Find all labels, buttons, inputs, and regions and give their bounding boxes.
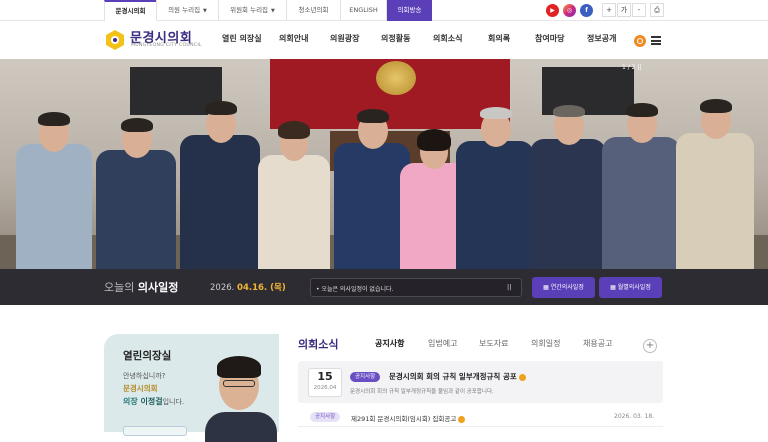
- menu-council-info[interactable]: 의회안내: [279, 33, 308, 44]
- open-office-speaker: 의장 이정걸입니다.: [123, 396, 184, 407]
- monthly-schedule-button[interactable]: ▦ 월별의사일정: [599, 277, 662, 298]
- tab-label: 문경시의회: [115, 7, 146, 15]
- divider: [298, 426, 663, 427]
- schedule-message: • 오늘은 의사일정이 없습니다.: [316, 286, 394, 293]
- calendar-icon: ▦: [610, 284, 618, 291]
- tab-label: 위원회 누리집: [230, 6, 269, 14]
- speaker-suffix: 입니다.: [162, 398, 185, 406]
- schedule-date: 2026. 04.16. (목): [210, 281, 286, 293]
- tab-english[interactable]: ENGLISH: [340, 0, 386, 21]
- tab-label: 청소년의회: [298, 6, 329, 14]
- more-news-button[interactable]: +: [643, 339, 657, 353]
- council-member-figure: [92, 104, 180, 269]
- speaker-portrait: [205, 356, 277, 442]
- menu-member-plaza[interactable]: 의원광장: [330, 33, 359, 44]
- schedule-title: 오늘의 의사일정: [104, 279, 178, 295]
- button-label: 연간의사일정: [550, 284, 584, 291]
- schedule-title-prefix: 오늘의: [104, 281, 135, 294]
- menu-info-disclosure[interactable]: 정보공개: [587, 33, 616, 44]
- open-office-title: 열린의장실: [123, 350, 172, 362]
- council-member-figure: [672, 83, 758, 269]
- menu-activities[interactable]: 의정활동: [381, 33, 410, 44]
- featured-title-text: 문경시의회 회의 규칙 일부개정규칙 공포: [389, 372, 517, 381]
- tab-legislative-notice[interactable]: 입법예고: [428, 338, 457, 349]
- menu-open-office[interactable]: 열린 의장실: [222, 33, 262, 44]
- tab-label: ENGLISH: [349, 6, 378, 14]
- facebook-icon[interactable]: f: [580, 4, 593, 17]
- menu-news[interactable]: 의회소식: [433, 33, 462, 44]
- council-member-figure: [12, 94, 96, 269]
- zoom-out-button[interactable]: -: [632, 3, 646, 17]
- council-member-figure: [254, 109, 334, 269]
- tab-council-broadcast[interactable]: 의회방송: [386, 0, 432, 21]
- tab-label: 의원 누리집: [168, 6, 201, 14]
- calendar-icon: ▦: [543, 284, 551, 291]
- tab-youth-council[interactable]: 청소년의회: [286, 0, 340, 21]
- featured-year-month: 2026.04: [313, 385, 337, 391]
- zoom-reset-button[interactable]: 가: [617, 3, 631, 17]
- schedule-date-year: 2026.: [210, 283, 235, 293]
- tab-council-home[interactable]: 문경시의회: [104, 0, 156, 21]
- top-utility-bar: 문경시의회 의원 누리집 ▼ 위원회 누리집 ▼ 청소년의회 ENGLISH 의회방…: [0, 0, 768, 21]
- featured-day: 15: [317, 370, 333, 383]
- category-badge: 공지사항: [350, 372, 381, 382]
- hero-emblem: [376, 61, 416, 95]
- logo-subtitle: MUNGYEONG CITY COUNCIL: [131, 43, 202, 48]
- list-item[interactable]: 제291회 문경시의회(임시회) 집회공고: [351, 413, 466, 423]
- new-icon: [458, 415, 466, 423]
- hero-slide-indicator[interactable]: 1 / 2 ||: [622, 64, 641, 71]
- tab-member-sites[interactable]: 의원 누리집 ▼: [156, 0, 218, 21]
- featured-notice[interactable]: [298, 361, 663, 403]
- tab-notices[interactable]: 공지사항: [375, 338, 405, 351]
- open-office-council: 문경시의회: [123, 384, 158, 393]
- council-member-figure: [176, 87, 264, 269]
- pause-icon[interactable]: ||: [507, 283, 511, 291]
- chevron-down-icon: ▼: [203, 8, 207, 14]
- featured-summary: 문경시의회 회의 규칙 일부개정규칙을 붙임과 같이 공포합니다.: [350, 389, 494, 395]
- print-button[interactable]: ⎙: [650, 3, 664, 17]
- tab-label: 의회방송: [397, 6, 422, 14]
- annual-schedule-button[interactable]: ▦ 연간의사일정: [532, 277, 595, 298]
- council-logo-icon[interactable]: [104, 29, 126, 51]
- tab-committee-sites[interactable]: 위원회 누리집 ▼: [218, 0, 286, 21]
- schedule-date-day: 04.16. (목): [237, 283, 286, 293]
- search-icon[interactable]: [634, 35, 646, 47]
- open-office-greeting: 안녕하십니까?: [123, 372, 166, 380]
- featured-title[interactable]: 문경시의회 회의 규칙 일부개정규칙 공포: [389, 371, 526, 382]
- tab-press-releases[interactable]: 보도자료: [479, 338, 508, 349]
- menu-participation[interactable]: 참여마당: [535, 33, 564, 44]
- tab-job-postings[interactable]: 채용공고: [583, 338, 612, 349]
- hero-photo-banner: [0, 59, 768, 269]
- chevron-down-icon: ▼: [271, 8, 275, 14]
- category-badge: 공지사항: [310, 412, 341, 422]
- news-section-title: 의회소식: [298, 338, 339, 351]
- youtube-icon[interactable]: ▶: [546, 4, 559, 17]
- new-icon: [518, 373, 526, 381]
- list-item-title: 제291회 문경시의회(임시회) 집회공고: [351, 415, 457, 423]
- speaker-prefix: 의장: [123, 397, 141, 406]
- button-label: 월별의사일정: [617, 284, 651, 291]
- tab-council-schedule[interactable]: 의회일정: [531, 338, 560, 349]
- menu-minutes[interactable]: 회의록: [488, 33, 510, 44]
- open-office-more-button[interactable]: [123, 426, 187, 436]
- speaker-name: 이정걸: [140, 397, 163, 406]
- schedule-title-bold: 의사일정: [137, 281, 179, 294]
- instagram-icon[interactable]: ◎: [563, 4, 576, 17]
- menu-icon[interactable]: [651, 36, 661, 45]
- list-item-date: 2026. 03. 18.: [614, 413, 655, 420]
- zoom-in-button[interactable]: +: [602, 3, 616, 17]
